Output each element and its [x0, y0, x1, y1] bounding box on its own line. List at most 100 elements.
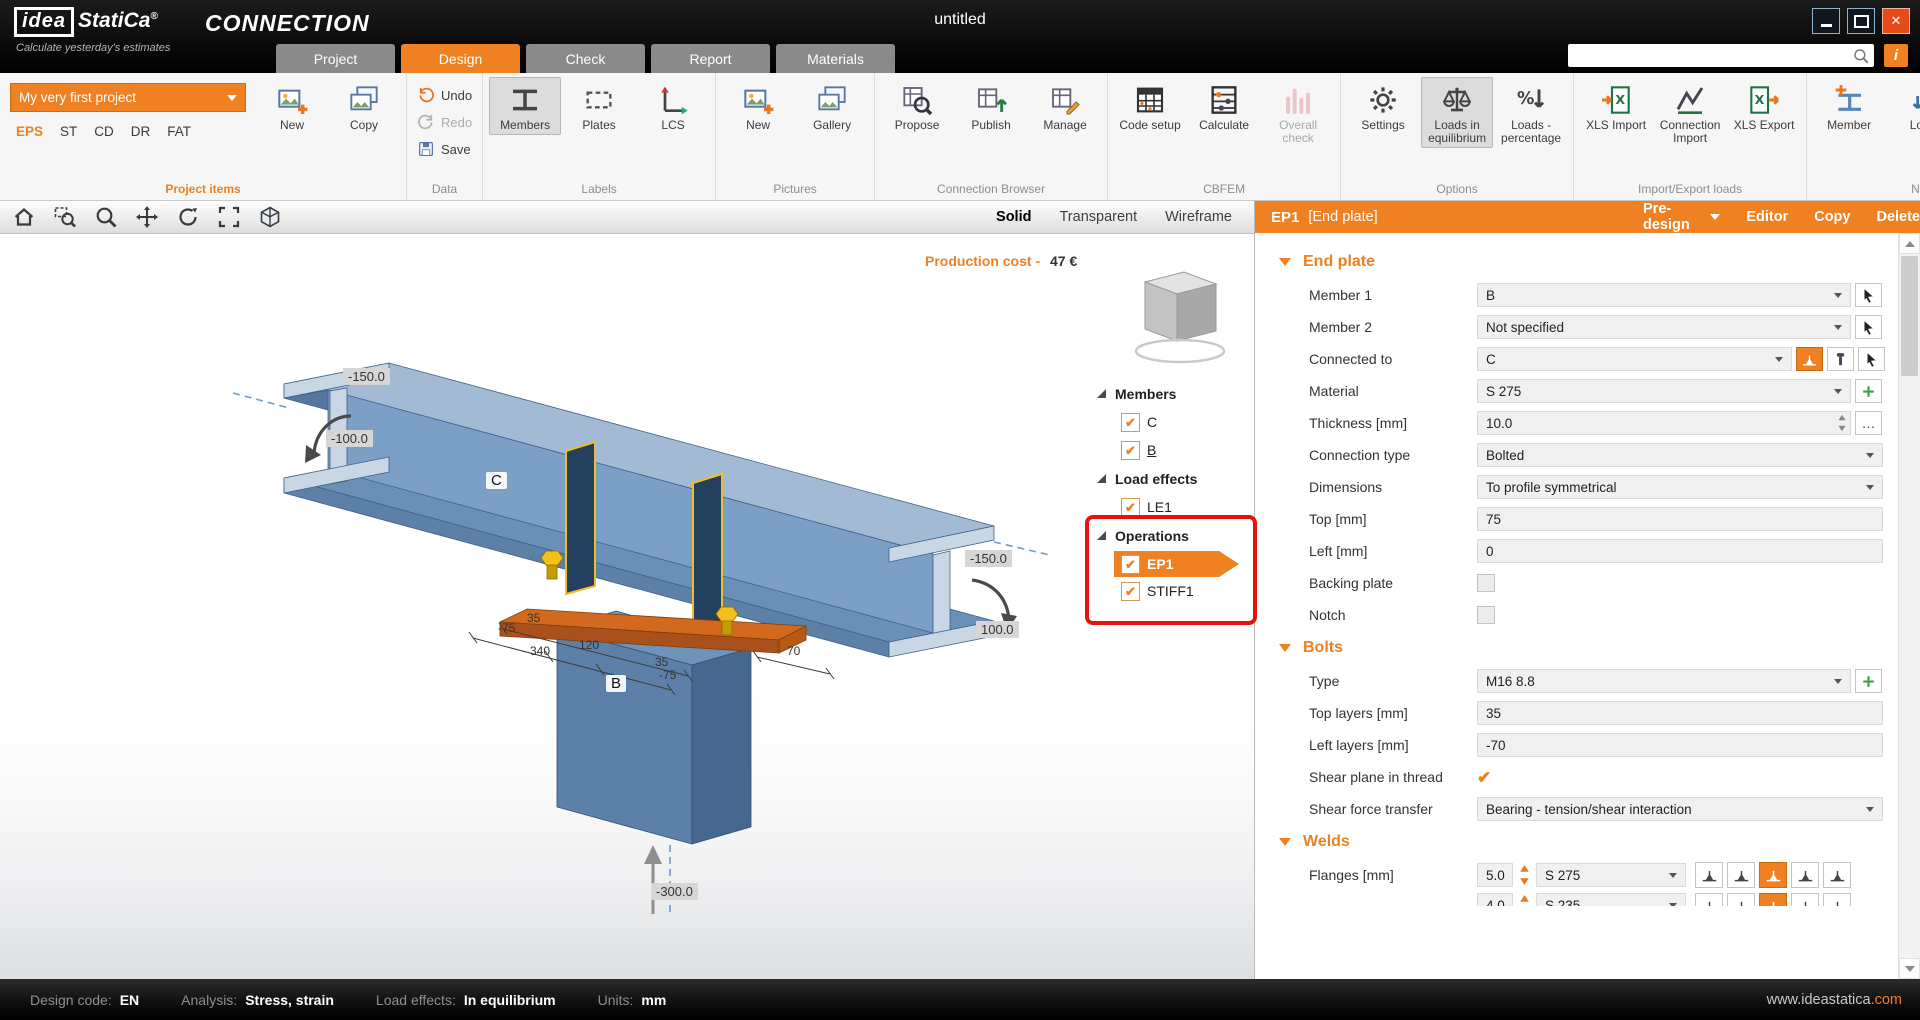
zoom-window-icon[interactable] [53, 205, 77, 229]
stepper-icon[interactable] [1835, 413, 1849, 433]
rotate-icon[interactable] [176, 205, 200, 229]
settings-button[interactable]: Settings [1347, 77, 1419, 135]
input-weld-size-1[interactable]: 5.0 [1477, 863, 1513, 887]
pick-member-button[interactable] [1855, 283, 1882, 307]
weld-type-button-2[interactable] [1727, 893, 1755, 906]
dropdown-member-2[interactable]: Not specified [1477, 315, 1851, 339]
scroll-down-arrow[interactable] [1899, 958, 1920, 979]
dropdown-connected-to[interactable]: C [1477, 347, 1792, 371]
new-project-button[interactable]: New [256, 77, 328, 135]
save-button[interactable]: Save [413, 137, 476, 161]
load-button[interactable]: Load [1887, 77, 1920, 135]
checkbox-le1[interactable]: ✔ [1121, 498, 1140, 517]
checkbox-b[interactable]: ✔ [1121, 441, 1140, 460]
loads-percentage-button[interactable]: %Loads - percentage [1495, 77, 1567, 148]
beam-member-c[interactable] [284, 363, 994, 657]
dropdown-weld-material-1[interactable]: S 275 [1536, 863, 1686, 887]
pick-member-button[interactable] [1858, 347, 1885, 371]
project-type-cd[interactable]: CD [94, 124, 114, 139]
dropdown-shear-force-transfer[interactable]: Bearing - tension/shear interaction [1477, 797, 1883, 821]
tree-section-load-effects[interactable]: Load effects [1094, 464, 1252, 493]
tab-project[interactable]: Project [276, 44, 395, 73]
scroll-thumb[interactable] [1901, 256, 1918, 376]
maximize-button[interactable] [1847, 8, 1875, 34]
member-button[interactable]: Member [1813, 77, 1885, 135]
calculate-button[interactable]: Calculate [1188, 77, 1260, 135]
checkbox-notch[interactable] [1477, 606, 1495, 624]
weld-type-button-4[interactable] [1791, 893, 1819, 906]
weld-type-button-5[interactable] [1823, 893, 1851, 906]
dropdown-weld-material-2[interactable]: S 235 [1536, 893, 1686, 906]
project-selector[interactable]: My very first project [10, 83, 246, 112]
plate-side-toggle[interactable] [1827, 347, 1854, 371]
editor-button[interactable]: Editor [1746, 209, 1788, 225]
tree-item-b[interactable]: ✔B [1094, 436, 1252, 464]
search-icon[interactable] [1852, 47, 1870, 65]
copy-project-button[interactable]: Copy [328, 77, 400, 135]
dropdown-member-1[interactable]: B [1477, 283, 1851, 307]
weld-type-button-1[interactable] [1695, 893, 1723, 906]
tree-item-c[interactable]: ✔C [1094, 408, 1252, 436]
weld-type-button-5[interactable] [1823, 862, 1851, 888]
add-button[interactable] [1855, 669, 1882, 693]
members-button[interactable]: Members [489, 77, 561, 135]
minimize-button[interactable] [1812, 8, 1840, 34]
scroll-up-arrow[interactable] [1899, 233, 1920, 254]
input-left-mm[interactable]: 0 [1477, 539, 1883, 563]
add-button[interactable] [1855, 379, 1882, 403]
dropdown-dimensions[interactable]: To profile symmetrical [1477, 475, 1883, 499]
input-top-mm[interactable]: 75 [1477, 507, 1883, 531]
close-button[interactable]: ✕ [1882, 8, 1910, 34]
xls-export-button[interactable]: XXLS Export [1728, 77, 1800, 135]
search-input[interactable] [1568, 46, 1852, 65]
website-link[interactable]: www.ideastatica.com [1767, 992, 1902, 1008]
info-button[interactable]: i [1884, 44, 1908, 67]
home-icon[interactable] [12, 205, 36, 229]
gallery-button[interactable]: Gallery [796, 77, 868, 135]
propose-button[interactable]: Propose [881, 77, 953, 135]
fit-icon[interactable] [217, 205, 241, 229]
checkbox-c[interactable]: ✔ [1121, 413, 1140, 432]
tab-materials[interactable]: Materials [776, 44, 895, 73]
publish-button[interactable]: Publish [955, 77, 1027, 135]
input-weld-size-2[interactable]: 4.0 [1477, 893, 1513, 906]
weld-type-button-2[interactable] [1727, 862, 1755, 888]
project-type-eps[interactable]: EPS [16, 124, 43, 139]
xls-import-button[interactable]: XXLS Import [1580, 77, 1652, 135]
dropdown-connection-type[interactable]: Bolted [1477, 443, 1883, 467]
isometric-icon[interactable] [258, 205, 282, 229]
tab-check[interactable]: Check [526, 44, 645, 73]
stepper-icon[interactable] [1517, 893, 1532, 906]
tab-design[interactable]: Design [401, 44, 520, 73]
tab-report[interactable]: Report [651, 44, 770, 73]
section-header-end-plate[interactable]: End plate [1255, 245, 1899, 279]
display-mode-transparent[interactable]: Transparent [1059, 209, 1137, 225]
scene-3d-view[interactable] [0, 233, 1254, 979]
display-mode-wireframe[interactable]: Wireframe [1165, 209, 1232, 225]
project-type-dr[interactable]: DR [131, 124, 151, 139]
redo-button[interactable]: Redo [413, 110, 476, 134]
weld-type-button-1[interactable] [1695, 862, 1723, 888]
connection-import-button[interactable]: Connection Import [1654, 77, 1726, 148]
navigation-cube[interactable] [1136, 272, 1224, 362]
checkbox-backing-plate[interactable] [1477, 574, 1495, 592]
section-header-bolts[interactable]: Bolts [1255, 631, 1899, 665]
checkbox-shear-plane-in-thread[interactable]: ✔ [1477, 769, 1491, 786]
lcs-button[interactable]: LCS [637, 77, 709, 135]
plate-side-toggle-active[interactable] [1796, 347, 1823, 371]
zoom-icon[interactable] [94, 205, 118, 229]
loads-in-equilibrium-button[interactable]: Loads in equilibrium [1421, 77, 1493, 148]
dropdown-type[interactable]: M16 8.8 [1477, 669, 1851, 693]
undo-button[interactable]: Undo [413, 83, 476, 107]
more-options-button[interactable]: … [1855, 411, 1882, 435]
new-button[interactable]: New [722, 77, 794, 135]
scrollbar[interactable] [1898, 233, 1920, 979]
overall-check-button[interactable]: Overall check [1262, 77, 1334, 148]
input-thickness-mm[interactable]: 10.0 [1477, 411, 1851, 435]
weld-type-button-4[interactable] [1791, 862, 1819, 888]
delete-button[interactable]: Delete [1876, 209, 1920, 225]
input-left-layers-mm[interactable]: -70 [1477, 733, 1883, 757]
project-type-fat[interactable]: FAT [167, 124, 191, 139]
manage-button[interactable]: Manage [1029, 77, 1101, 135]
copy-button[interactable]: Copy [1814, 209, 1850, 225]
